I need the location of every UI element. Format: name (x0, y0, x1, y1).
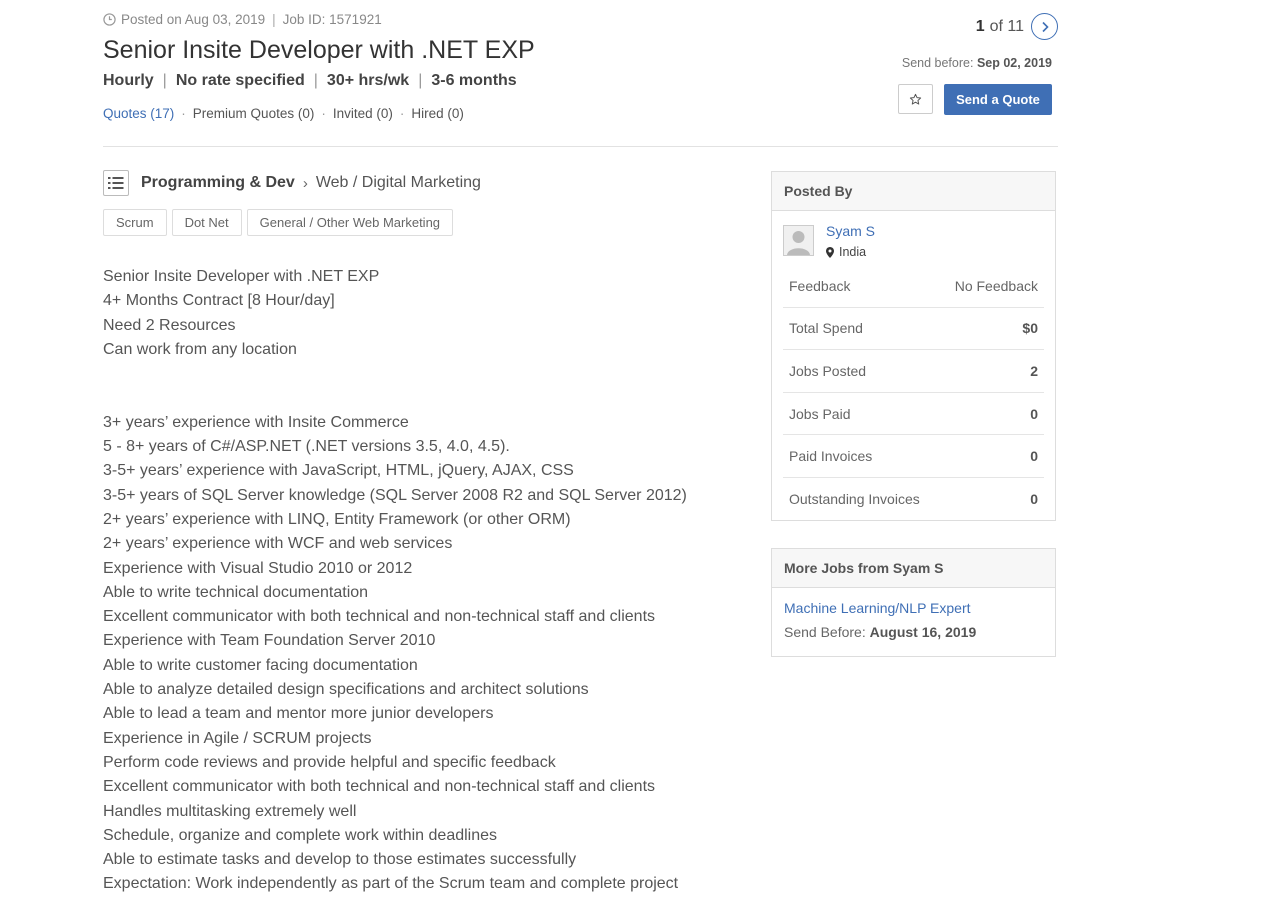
poster-stats: Feedback No Feedback Total Spend $0 Jobs P… (772, 265, 1055, 520)
hours: 30+ hrs/wk (326, 72, 410, 89)
stat-outstanding-invoices: Outstanding Invoices 0 (783, 478, 1044, 520)
category-separator: › (302, 174, 308, 192)
skill-tag[interactable]: Dot Net (171, 209, 242, 236)
duration: 3-6 months (431, 72, 517, 89)
stat-label: Jobs Paid (789, 405, 851, 422)
requirement-line: Able to estimate tasks and develop to th… (103, 851, 577, 869)
stat-value: 0 (1030, 448, 1038, 465)
desc-line: 4+ Months Contract [8 Hour/day] (103, 292, 335, 310)
chevron-right-icon (1041, 21, 1049, 32)
job-meta: Hourly | No rate specified | 30+ hrs/wk … (103, 72, 517, 89)
send-before-label: Send before: (901, 56, 974, 70)
requirement-line: 3-5+ years of SQL Server knowledge (SQL … (103, 486, 687, 504)
requirement-line: Able to lead a team and mentor more juni… (103, 705, 494, 723)
more-job-send-date: August 16, 2019 (869, 624, 977, 640)
skill-tag[interactable]: General / Other Web Marketing (246, 209, 454, 236)
poster-location: India (826, 245, 875, 259)
stat-feedback: Feedback No Feedback (783, 265, 1044, 308)
list-icon (103, 170, 129, 196)
header-divider (103, 146, 1058, 147)
rate: No rate specified (175, 72, 305, 89)
job-id: Job ID: 1571921 (282, 12, 382, 27)
stat-paid-invoices: Paid Invoices 0 (783, 435, 1044, 478)
send-before-date: Sep 02, 2019 (976, 56, 1052, 70)
more-job-send-label: Send Before: (784, 624, 866, 640)
requirement-line: Perform code reviews and provide helpful… (103, 753, 556, 771)
desc-line: Need 2 Resources (103, 316, 236, 334)
save-job-button[interactable] (898, 84, 933, 114)
requirement-line: Expectation: Work independently as part … (103, 875, 679, 893)
stat-jobs-paid: Jobs Paid 0 (783, 393, 1044, 436)
stat-value: No Feedback (954, 277, 1038, 294)
more-jobs-panel: More Jobs from Syam S Machine Learning/N… (771, 548, 1056, 657)
job-title: Senior Insite Developer with .NET EXP (103, 36, 535, 64)
stat-label: Jobs Posted (789, 362, 867, 379)
stat-label: Feedback (789, 277, 851, 294)
clock-icon (103, 13, 116, 26)
pager-current: 1 (975, 17, 985, 35)
requirement-line: Experience with Team Foundation Server 2… (103, 632, 436, 650)
more-jobs-heading: More Jobs from Syam S (772, 549, 1055, 588)
stat-value: $0 (1022, 320, 1038, 337)
separator: | (272, 12, 276, 27)
skill-tag[interactable]: Scrum (103, 209, 167, 236)
location-text: India (839, 245, 867, 259)
stat-value: 2 (1030, 362, 1038, 379)
desc-line: Senior Insite Developer with .NET EXP (103, 268, 380, 285)
poster-info: Syam S India (772, 211, 1055, 265)
requirement-line: 2+ years’ experience with LINQ, Entity F… (103, 510, 571, 528)
map-pin-icon (826, 246, 834, 258)
requirement-line: Experience with Visual Studio 2010 or 20… (103, 559, 413, 577)
more-job-link[interactable]: Machine Learning/NLP Expert (784, 600, 1043, 616)
requirement-line: 2+ years’ experience with WCF and web se… (103, 535, 453, 553)
rate-type: Hourly (103, 72, 154, 89)
posted-by-panel: Posted By Syam S India Feedback No Feedba… (771, 171, 1056, 521)
category-sub[interactable]: Web / Digital Marketing (316, 174, 481, 192)
send-quote-button[interactable]: Send a Quote (944, 84, 1052, 115)
premium-quotes: Premium Quotes (0) (192, 106, 315, 121)
star-outline-icon (909, 93, 922, 105)
requirement-line: Handles multitasking extremely well (103, 802, 357, 820)
job-description: Senior Insite Developer with .NET EXP 4+… (103, 265, 687, 897)
stat-value: 0 (1030, 490, 1038, 507)
requirement-line: Experience in Agile / SCRUM projects (103, 729, 372, 747)
requirement-line: Excellent communicator with both technic… (103, 778, 656, 796)
requirement-line: 3-5+ years’ experience with JavaScript, … (103, 462, 574, 480)
stat-label: Outstanding Invoices (789, 490, 920, 507)
pager: 1 of 11 (976, 13, 1058, 40)
invited-count: Invited (0) (332, 106, 393, 121)
posted-info: Posted on Aug 03, 2019 | Job ID: 1571921 (103, 12, 382, 27)
quotes-summary: Quotes (17) · Premium Quotes (0) · Invit… (103, 106, 464, 121)
skill-tags: Scrum Dot Net General / Other Web Market… (103, 209, 458, 236)
stat-label: Paid Invoices (789, 448, 873, 465)
requirement-line: Schedule, organize and complete work wit… (103, 826, 498, 844)
stat-total-spend: Total Spend $0 (783, 308, 1044, 351)
requirement-line: Able to write technical documentation (103, 583, 369, 601)
next-job-button[interactable] (1031, 13, 1058, 40)
pager-total: of 11 (989, 17, 1024, 35)
posted-by-heading: Posted By (772, 172, 1055, 211)
stat-value: 0 (1030, 405, 1038, 422)
more-job-send-before: Send Before: August 16, 2019 (784, 624, 1043, 640)
requirement-line: Able to write customer facing documentat… (103, 656, 418, 674)
category-main[interactable]: Programming & Dev (141, 174, 295, 192)
hired-count: Hired (0) (411, 106, 464, 121)
category-row: Programming & Dev › Web / Digital Market… (103, 170, 481, 196)
quotes-link[interactable]: Quotes (17) (103, 106, 174, 121)
requirement-line: 3+ years’ experience with Insite Commerc… (103, 413, 409, 431)
send-before: Send before: Sep 02, 2019 (902, 56, 1052, 70)
requirement-line: 5 - 8+ years of C#/ASP.NET (.NET version… (103, 438, 510, 456)
avatar[interactable] (783, 225, 814, 256)
stat-jobs-posted: Jobs Posted 2 (783, 350, 1044, 393)
poster-name[interactable]: Syam S (826, 223, 875, 239)
posted-date: Posted on Aug 03, 2019 (121, 12, 266, 27)
requirement-line: Able to analyze detailed design specific… (103, 681, 589, 699)
desc-line: Can work from any location (103, 340, 297, 358)
requirement-line: Excellent communicator with both technic… (103, 608, 656, 626)
stat-label: Total Spend (789, 320, 863, 337)
